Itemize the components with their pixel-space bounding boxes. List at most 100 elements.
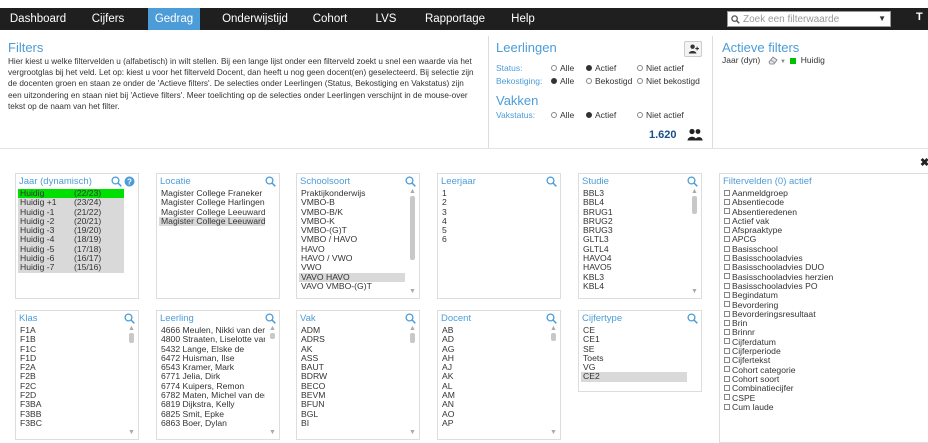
filter-field-item[interactable]: Brin — [722, 319, 923, 328]
checkbox-icon[interactable] — [724, 254, 730, 261]
list-item[interactable]: F1C — [18, 345, 124, 354]
checkbox-icon[interactable] — [724, 199, 730, 206]
list-item[interactable]: 6543 Kramer, Mark — [159, 363, 265, 372]
search-icon[interactable] — [687, 313, 698, 324]
filter-field-item[interactable]: Aanmeldgroep — [722, 189, 923, 198]
nav-extra-label[interactable]: T — [916, 11, 923, 23]
list-item[interactable]: Huidig -2 (20/21) — [18, 216, 124, 227]
nav-onderwijstijd[interactable]: Onderwijstijd — [215, 8, 295, 30]
status-option-actief[interactable]: Actief — [586, 63, 616, 73]
list-item[interactable]: F3BC — [18, 419, 124, 428]
list-item[interactable]: AG — [440, 345, 546, 354]
bekostiging-option-alle[interactable]: Alle — [551, 76, 574, 86]
chevron-down-icon[interactable]: ▼ — [878, 14, 886, 23]
bekostiging-option-bekostigd[interactable]: Bekostigd — [586, 76, 632, 86]
list-item[interactable]: VWO — [299, 263, 405, 272]
list-item[interactable]: 1 — [440, 189, 546, 198]
filter-field-item[interactable]: Cum laude — [722, 403, 923, 412]
checkbox-icon[interactable] — [724, 282, 730, 289]
list-item[interactable]: VMBO-(G)T — [299, 226, 405, 235]
help-icon[interactable]: ? — [124, 176, 135, 187]
list-item[interactable]: HAVO5 — [581, 263, 687, 272]
list-item[interactable]: GLTL3 — [581, 235, 687, 244]
list-item[interactable]: 6472 Huisman, Ilse — [159, 354, 265, 363]
list-item[interactable]: BEVM — [299, 391, 405, 400]
list-item[interactable]: 6774 Kuipers, Remon — [159, 382, 265, 391]
checkbox-icon[interactable] — [724, 301, 730, 308]
filter-field-item[interactable]: Cijferperiode — [722, 347, 923, 356]
scrollbar[interactable]: ▲ ▼ — [409, 188, 416, 295]
scrollbar[interactable]: ▲ ▼ — [128, 325, 135, 436]
filter-field-item[interactable]: Basisschooladvies DUO — [722, 263, 923, 272]
filter-field-item[interactable]: Bevorderingsresultaat — [722, 310, 923, 319]
list-item[interactable]: 6782 Maten, Michel van der — [159, 391, 265, 400]
bekostiging-option-niet-bekostigd[interactable]: Niet bekostigd — [637, 76, 700, 86]
list-item[interactable]: 6771 Jelia, Dirk — [159, 372, 265, 381]
list-item[interactable]: CE2 — [581, 372, 687, 382]
checkbox-icon[interactable] — [724, 264, 730, 271]
checkbox-icon[interactable] — [724, 366, 730, 373]
checkbox-icon[interactable] — [724, 310, 730, 317]
list-item[interactable]: Huidig -6 (16/17) — [18, 254, 124, 264]
list-item[interactable]: F2B — [18, 372, 124, 381]
list-item[interactable]: 3 — [440, 208, 546, 217]
list-item[interactable]: Huidig -1 (21/22) — [18, 207, 124, 217]
close-icon[interactable]: ✖ — [920, 156, 928, 169]
search-icon[interactable] — [405, 176, 416, 187]
list-item[interactable]: Praktijkonderwijs — [299, 189, 405, 198]
list-item[interactable]: F1D — [18, 354, 124, 363]
filter-field-item[interactable]: Bevordering — [722, 301, 923, 310]
list-item[interactable]: HAVO4 — [581, 254, 687, 263]
list-item[interactable]: CE — [581, 326, 687, 335]
filter-field-item[interactable]: CSPE — [722, 394, 923, 403]
list-item[interactable]: F1A — [18, 326, 124, 335]
filter-field-item[interactable]: Basisschooladvies PO — [722, 282, 923, 291]
filter-field-item[interactable]: Actief vak — [722, 217, 923, 226]
checkbox-icon[interactable] — [724, 319, 730, 326]
list-item[interactable]: VMBO-B/K — [299, 208, 405, 217]
list-item[interactable]: VMBO-K — [299, 217, 405, 226]
vakstatus-option-alle[interactable]: Alle — [551, 110, 574, 120]
list-item[interactable]: BBL4 — [581, 198, 687, 207]
search-icon[interactable] — [124, 313, 135, 324]
checkbox-icon[interactable] — [724, 357, 730, 364]
list-item[interactable]: AL — [440, 382, 546, 391]
search-icon[interactable] — [546, 313, 557, 324]
checkbox-icon[interactable] — [724, 329, 730, 336]
list-item[interactable]: Huidig -3 (19/20) — [18, 226, 124, 236]
eraser-icon[interactable] — [768, 56, 778, 65]
list-item[interactable]: VG — [581, 363, 687, 372]
list-item[interactable]: Huidig +1 (23/24) — [18, 198, 124, 208]
checkbox-icon[interactable] — [724, 403, 730, 410]
nav-rapportage[interactable]: Rapportage — [422, 8, 488, 30]
list-item[interactable]: 5432 Lange, Elske de — [159, 345, 265, 354]
search-icon[interactable] — [265, 313, 276, 324]
chevron-down-icon[interactable]: ▼ — [780, 59, 786, 65]
filter-field-item[interactable]: Basisschooladvies herzien — [722, 273, 923, 282]
nav-cijfers[interactable]: Cijfers — [86, 8, 130, 30]
checkbox-icon[interactable] — [724, 384, 730, 391]
nav-dashboard[interactable]: Dashboard — [10, 8, 66, 30]
list-item[interactable]: F1B — [18, 335, 124, 344]
list-item[interactable]: F2D — [18, 391, 124, 400]
checkbox-icon[interactable] — [724, 236, 730, 243]
list-item[interactable]: Magister College Leeuwarden — [159, 208, 265, 217]
filter-field-item[interactable]: Afspraaktype — [722, 226, 923, 235]
checkbox-icon[interactable] — [724, 394, 730, 401]
filter-field-item[interactable]: Begindatum — [722, 291, 923, 300]
filter-field-item[interactable]: APCG — [722, 235, 923, 244]
filter-field-item[interactable]: Cohort categorie — [722, 366, 923, 375]
vakstatus-option-niet-actief[interactable]: Niet actief — [637, 110, 684, 120]
list-item[interactable]: AB — [440, 326, 546, 335]
list-item[interactable]: BI — [299, 419, 405, 428]
checkbox-icon[interactable] — [724, 338, 730, 345]
list-item[interactable]: F3BA — [18, 400, 124, 409]
scrollbar[interactable]: ▲ ▼ — [409, 325, 416, 436]
list-item[interactable]: CE1 — [581, 335, 687, 344]
checkbox-icon[interactable] — [724, 217, 730, 224]
list-item[interactable]: Magister College Harlingen — [159, 198, 265, 207]
list-item[interactable]: AH — [440, 354, 546, 363]
list-item[interactable]: Magister College Leeuwarden — [159, 216, 265, 227]
list-item[interactable]: AM — [440, 391, 546, 400]
checkbox-icon[interactable] — [724, 292, 730, 298]
